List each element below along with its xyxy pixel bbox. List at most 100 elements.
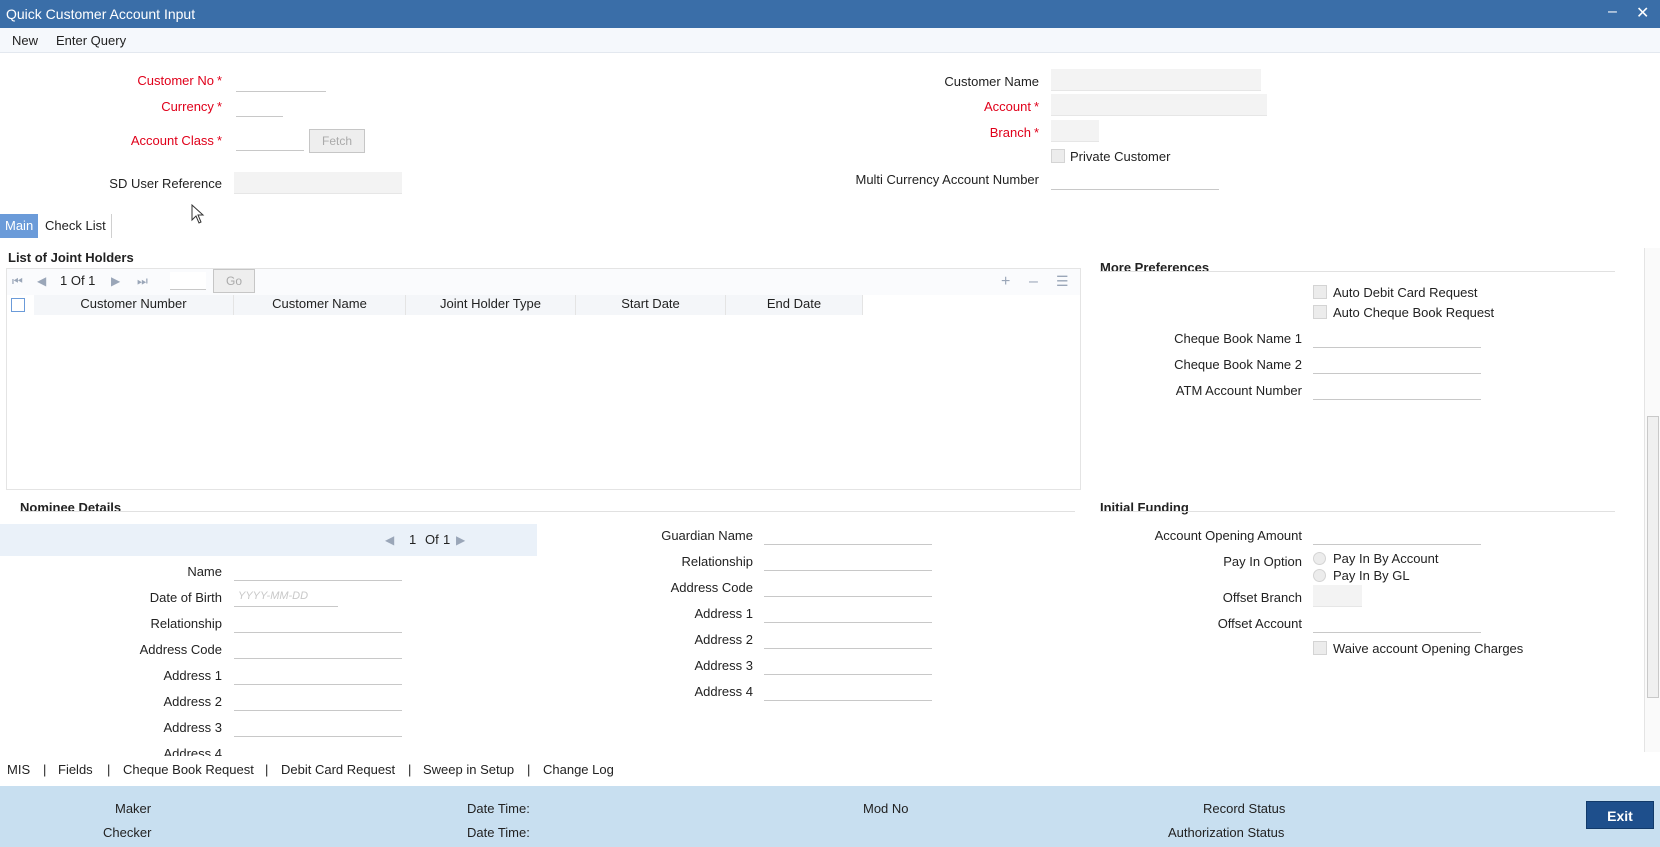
- cheque-book-request-link[interactable]: Cheque Book Request: [123, 762, 254, 777]
- column-start-date[interactable]: Start Date: [576, 295, 726, 315]
- account-label: Account *: [983, 99, 1039, 114]
- cheque-book-name1-input[interactable]: [1313, 328, 1481, 348]
- cheque-book-name2-input[interactable]: [1313, 354, 1481, 374]
- auto-cheque-book-checkbox[interactable]: [1313, 305, 1327, 319]
- nominee-details-title: Nominee Details: [20, 500, 122, 515]
- nominee-address3-input[interactable]: [234, 717, 402, 737]
- nominee-relationship-input[interactable]: [234, 613, 402, 633]
- offset-branch-input[interactable]: [1313, 585, 1362, 607]
- sweep-in-setup-link[interactable]: Sweep in Setup: [423, 762, 514, 777]
- offset-account-input[interactable]: [1313, 613, 1481, 633]
- fetch-button[interactable]: Fetch: [309, 129, 365, 153]
- column-joint-holder-type[interactable]: Joint Holder Type: [406, 295, 576, 315]
- scrollbar-thumb[interactable]: [1647, 416, 1659, 698]
- pay-in-by-gl-radio[interactable]: [1313, 569, 1326, 582]
- more-preferences-title: More Preferences: [1100, 260, 1210, 275]
- guardian-relationship-input[interactable]: [764, 551, 932, 571]
- guardian-address1-input[interactable]: [764, 603, 932, 623]
- guardian-name-input[interactable]: [764, 525, 932, 545]
- nominee-previous-icon[interactable]: ◀: [385, 533, 394, 547]
- sd-user-reference-input[interactable]: [234, 172, 402, 194]
- mod-no-label: Mod No: [863, 801, 909, 816]
- select-all-checkbox[interactable]: [11, 298, 25, 312]
- guardian-address4-input[interactable]: [764, 681, 932, 701]
- pay-in-by-gl-label: Pay In By GL: [1333, 568, 1410, 583]
- nominee-address3-label: Address 3: [163, 720, 222, 735]
- auto-debit-card-label: Auto Debit Card Request: [1333, 285, 1478, 300]
- pay-in-by-account-radio[interactable]: [1313, 552, 1326, 565]
- nominee-page-of: Of: [425, 532, 439, 547]
- account-class-label: Account Class *: [130, 133, 222, 148]
- customer-no-label: Customer No *: [137, 73, 222, 88]
- nominee-next-icon[interactable]: ▶: [456, 533, 465, 547]
- offset-account-label: Offset Account: [1217, 616, 1302, 631]
- change-log-link[interactable]: Change Log: [543, 762, 614, 777]
- nominee-address-code-label: Address Code: [139, 642, 222, 657]
- minimize-icon[interactable]: –: [1608, 3, 1617, 21]
- window-title: Quick Customer Account Input: [6, 6, 196, 22]
- guardian-address2-input[interactable]: [764, 629, 932, 649]
- atm-account-input[interactable]: [1313, 380, 1481, 400]
- branch-label: Branch *: [989, 125, 1039, 140]
- customer-name-input[interactable]: [1051, 69, 1261, 91]
- go-button[interactable]: Go: [213, 269, 255, 293]
- tab-main[interactable]: Main: [0, 214, 39, 238]
- nominee-page-current: 1: [409, 532, 417, 547]
- account-input[interactable]: [1051, 94, 1267, 116]
- account-class-input[interactable]: [236, 131, 304, 151]
- guardian-address4-label: Address 4: [694, 684, 753, 699]
- next-page-icon[interactable]: ▶: [111, 274, 120, 288]
- private-customer-checkbox[interactable]: [1051, 149, 1065, 163]
- column-customer-number[interactable]: Customer Number: [34, 295, 234, 315]
- add-row-icon[interactable]: +: [1001, 273, 1010, 291]
- nominee-address-code-input[interactable]: [234, 639, 402, 659]
- customer-no-input[interactable]: [236, 72, 326, 92]
- guardian-name-label: Guardian Name: [661, 528, 753, 543]
- auto-debit-card-checkbox[interactable]: [1313, 285, 1327, 299]
- customer-name-label: Customer Name: [944, 74, 1039, 89]
- nominee-address2-label: Address 2: [163, 694, 222, 709]
- maker-date-time-label: Date Time:: [467, 801, 530, 816]
- fields-link[interactable]: Fields: [58, 762, 93, 777]
- opening-amount-input[interactable]: [1313, 525, 1481, 545]
- branch-input[interactable]: [1051, 120, 1099, 142]
- page-number-input[interactable]: [170, 272, 206, 290]
- link-separator: |: [408, 762, 412, 777]
- exit-button[interactable]: Exit: [1586, 801, 1654, 829]
- column-end-date[interactable]: End Date: [726, 295, 863, 315]
- nominee-name-input[interactable]: [234, 561, 402, 581]
- nominee-address2-input[interactable]: [234, 691, 402, 711]
- checker-label: Checker: [103, 825, 152, 840]
- nominee-dob-placeholder: YYYY-MM-DD: [238, 590, 309, 602]
- multi-currency-input[interactable]: [1051, 170, 1219, 190]
- guardian-address-code-input[interactable]: [764, 577, 932, 597]
- waive-charges-label: Waive account Opening Charges: [1333, 641, 1524, 656]
- vertical-scrollbar[interactable]: [1644, 248, 1660, 752]
- waive-charges-checkbox[interactable]: [1313, 641, 1327, 655]
- last-page-icon[interactable]: ⏭: [137, 274, 148, 289]
- record-status-label: Record Status: [1203, 801, 1286, 816]
- pay-in-by-account-label: Pay In By Account: [1333, 551, 1439, 566]
- currency-input[interactable]: [236, 97, 283, 117]
- previous-page-icon[interactable]: ◀: [37, 274, 46, 288]
- nominee-address1-input[interactable]: [234, 665, 402, 685]
- opening-amount-label: Account Opening Amount: [1154, 528, 1302, 543]
- mis-link[interactable]: MIS: [7, 762, 30, 777]
- nominee-details-divider: [20, 511, 1075, 512]
- more-preferences-divider: [1100, 271, 1615, 272]
- column-customer-name[interactable]: Customer Name: [234, 295, 406, 315]
- enter-query-menu-item[interactable]: Enter Query: [56, 33, 126, 48]
- first-page-icon[interactable]: ⏮: [12, 274, 23, 289]
- tab-check-list[interactable]: Check List: [40, 214, 112, 238]
- guardian-address3-input[interactable]: [764, 655, 932, 675]
- title-bar: Quick Customer Account Input – ✕: [0, 0, 1660, 28]
- delete-row-icon[interactable]: –: [1029, 273, 1038, 291]
- nominee-address4-clip: Address 4: [0, 742, 537, 756]
- offset-branch-label: Offset Branch: [1222, 590, 1302, 605]
- new-menu-item[interactable]: New: [12, 33, 38, 48]
- guardian-address2-label: Address 2: [694, 632, 753, 647]
- single-view-icon[interactable]: ☰: [1056, 273, 1069, 290]
- debit-card-request-link[interactable]: Debit Card Request: [281, 762, 395, 777]
- pay-in-option-label: Pay In Option: [1223, 554, 1302, 569]
- close-icon[interactable]: ✕: [1636, 3, 1649, 23]
